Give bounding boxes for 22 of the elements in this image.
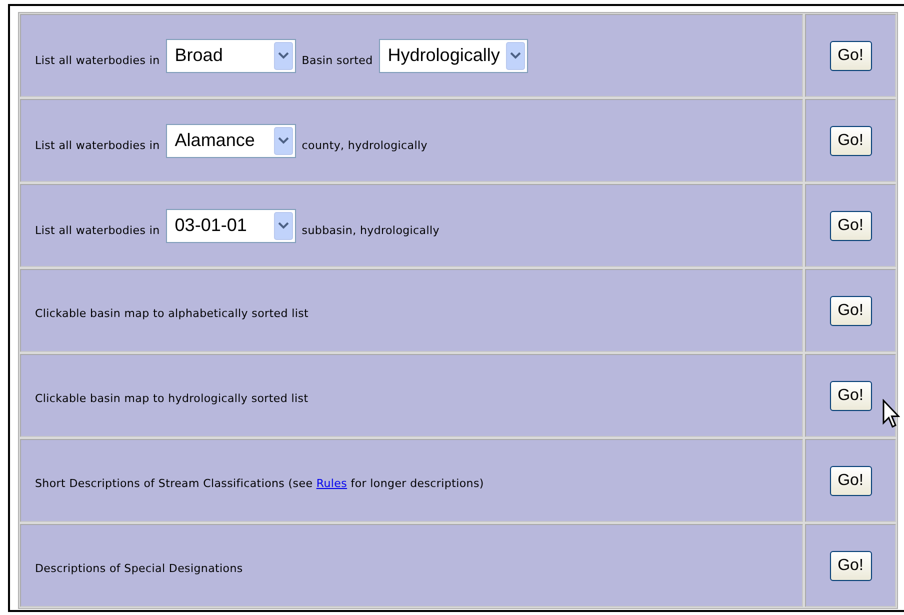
label-text: List all waterbodies in xyxy=(35,139,160,152)
label-text: Basin sorted xyxy=(302,54,373,67)
description-text: Clickable basin map to hydrologically sorted list xyxy=(35,392,308,405)
label-text: List all waterbodies in xyxy=(35,54,160,67)
label-text: List all waterbodies in xyxy=(35,224,160,237)
dropdown-select[interactable]: Broad xyxy=(166,38,296,72)
go-button[interactable]: Go! xyxy=(830,550,872,580)
label-text: county, hydrologically xyxy=(302,139,428,152)
dropdown-select[interactable]: 03-01-01 xyxy=(166,208,296,242)
description-text: Descriptions of Special Designations xyxy=(35,562,243,575)
label-text: subbasin, hydrologically xyxy=(302,224,440,237)
dropdown-select[interactable]: Hydrologically xyxy=(378,38,528,72)
rules-link[interactable]: Rules xyxy=(316,477,348,490)
go-button[interactable]: Go! xyxy=(830,466,872,496)
go-button[interactable]: Go! xyxy=(830,126,872,156)
go-button[interactable]: Go! xyxy=(830,380,872,410)
go-button[interactable]: Go! xyxy=(830,210,872,240)
go-button[interactable]: Go! xyxy=(830,296,872,326)
description-text: Clickable basin map to alphabetically sorted list xyxy=(35,307,309,320)
description-text: Short Descriptions of Stream Classifications (see Rules for longer descriptions) xyxy=(35,477,484,490)
go-button[interactable]: Go! xyxy=(830,40,872,70)
dropdown-select[interactable]: Alamance xyxy=(166,124,296,158)
